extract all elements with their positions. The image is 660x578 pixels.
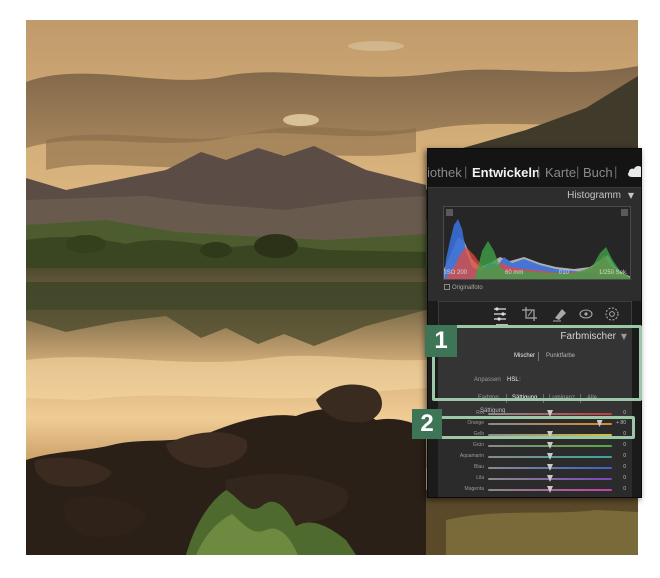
slider-value[interactable]: 0 bbox=[610, 475, 626, 481]
module-separator: | bbox=[537, 164, 541, 179]
callout-frame-2 bbox=[434, 416, 635, 439]
histogram-chart bbox=[443, 206, 631, 280]
exif-shutter: 1/250 Sek. bbox=[599, 270, 628, 276]
slider-label: Lila bbox=[476, 475, 484, 481]
tool-strip bbox=[438, 301, 632, 327]
module-develop[interactable]: Entwickeln bbox=[472, 165, 540, 180]
shadow-clipping-icon[interactable] bbox=[446, 209, 453, 216]
redeye-icon[interactable] bbox=[577, 306, 595, 322]
original-photo-label: Originalfoto bbox=[452, 285, 483, 291]
slider-value[interactable]: 0 bbox=[610, 442, 626, 448]
highlight-clipping-icon[interactable] bbox=[621, 209, 628, 216]
saturation-slider-row: Magenta 0 bbox=[438, 484, 632, 495]
edit-sliders-icon[interactable] bbox=[491, 306, 509, 322]
slider-label: Magenta bbox=[464, 486, 484, 492]
saturation-slider-row: Lila 0 bbox=[438, 473, 632, 484]
slider-label: Grün bbox=[472, 442, 484, 448]
slider-label: Aquamarin bbox=[459, 453, 484, 459]
histogram-title[interactable]: Histogramm bbox=[567, 190, 621, 201]
slider-label: Blau bbox=[473, 464, 484, 470]
exif-aperture: f/10 bbox=[559, 270, 570, 276]
callout-badge-1: 1 bbox=[425, 325, 457, 357]
original-photo-checkbox[interactable] bbox=[444, 284, 450, 290]
module-picker: iothek | Entwickeln | Karte | Buch | bbox=[428, 149, 642, 187]
callout-badge-2: 2 bbox=[412, 409, 442, 439]
saturation-slider-row: Blau 0 bbox=[438, 462, 632, 473]
saturation-slider-row: Aquamarin 0 bbox=[438, 451, 632, 462]
saturation-slider-row: Grün 0 bbox=[438, 440, 632, 451]
module-library[interactable]: iothek bbox=[428, 165, 462, 180]
crop-icon[interactable] bbox=[521, 306, 539, 322]
exif-focal-length: 60 mm bbox=[505, 270, 524, 276]
exif-iso: ISO 200 bbox=[445, 270, 468, 276]
callout-frame-1 bbox=[432, 325, 642, 401]
histogram-panel: Histogramm ▼ ISO 200 60 mm f/10 1/250 Se… bbox=[428, 187, 641, 301]
module-separator: | bbox=[576, 164, 580, 179]
module-separator: | bbox=[464, 164, 468, 179]
module-map[interactable]: Karte bbox=[545, 165, 576, 180]
slider-value[interactable]: 0 bbox=[610, 453, 626, 459]
healing-icon[interactable] bbox=[551, 306, 569, 322]
module-book[interactable]: Buch bbox=[583, 165, 613, 180]
slider-value[interactable]: 0 bbox=[610, 464, 626, 470]
original-photo-toggle[interactable]: Originalfoto bbox=[444, 284, 483, 291]
cloud-icon[interactable] bbox=[627, 164, 642, 178]
collapse-triangle-icon[interactable]: ▼ bbox=[628, 191, 634, 200]
develop-panel: iothek | Entwickeln | Karte | Buch | His… bbox=[427, 148, 642, 498]
mask-icon[interactable] bbox=[603, 306, 621, 322]
module-separator: | bbox=[614, 164, 618, 179]
slider-value[interactable]: 0 bbox=[610, 486, 626, 492]
